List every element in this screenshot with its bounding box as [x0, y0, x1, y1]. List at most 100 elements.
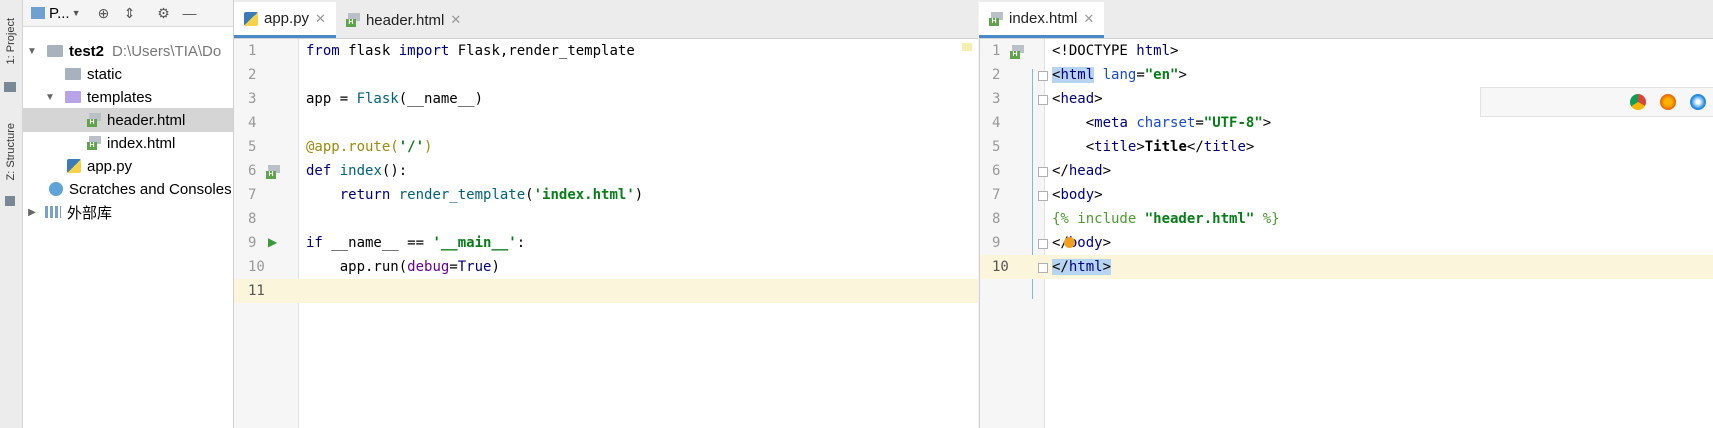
code-line: </head>	[1052, 163, 1112, 179]
line-number: 5	[248, 139, 257, 155]
code-line: <!DOCTYPE html>	[1052, 43, 1179, 59]
expand-arrow-icon[interactable]: ▼	[43, 92, 57, 103]
code-line: def index():	[306, 163, 408, 179]
locate-icon[interactable]: ⊕	[91, 0, 117, 26]
project-tool-icon	[4, 82, 16, 92]
project-name: test2	[69, 42, 105, 60]
html-file-icon	[989, 11, 1003, 26]
tab-label: app.py	[264, 10, 310, 27]
collapse-all-icon[interactable]: ⇕	[117, 0, 143, 26]
line-number: 11	[248, 283, 265, 299]
line-number: 7	[992, 187, 1001, 203]
tab-header-html[interactable]: header.html ✕	[336, 2, 471, 38]
line-number: 5	[992, 139, 1001, 155]
tree-item-templates[interactable]: ▼ templates	[23, 85, 233, 109]
line-number: 9	[992, 235, 1001, 251]
code-line: <title>Title</title>	[1052, 139, 1255, 155]
run-icon[interactable]: ▶	[268, 235, 277, 249]
code-line: app = Flask(__name__)	[306, 91, 484, 107]
project-view-dropdown[interactable]: P...	[49, 5, 70, 22]
project-tool-tab[interactable]: 1: Project	[0, 6, 22, 76]
right-editor-tabbar: index.html ✕	[979, 0, 1713, 39]
gear-icon[interactable]: ⚙	[151, 0, 177, 26]
code-line: </html>	[1052, 259, 1112, 275]
code-line: <html lang="en">	[1052, 67, 1187, 83]
structure-tool-tab[interactable]: Z: Structure	[0, 112, 22, 192]
expand-arrow-icon[interactable]: ▼	[25, 46, 39, 57]
code-line: return render_template('index.html')	[339, 187, 644, 203]
tree-item-header-html[interactable]: header.html	[23, 108, 233, 132]
browser-preview-bar	[1480, 87, 1713, 117]
html-file-icon	[87, 113, 101, 127]
tree-item-label: Scratches and Consoles	[69, 180, 232, 198]
code-line: <body>	[1052, 187, 1103, 203]
close-icon[interactable]: ✕	[1083, 11, 1094, 27]
firefox-icon[interactable]	[1660, 94, 1676, 110]
project-panel: P... ▼ ⊕ ⇕ ⚙ — ▼ test2 D:\Users\TIA\Do s…	[23, 0, 234, 428]
html-file-icon	[345, 13, 360, 27]
tree-item-index-html[interactable]: index.html	[23, 131, 233, 155]
right-code-editor[interactable]: 1 <!DOCTYPE html> 2 <html lang="en"> 3 <…	[979, 39, 1713, 428]
tree-item-scratches[interactable]: Scratches and Consoles	[23, 177, 233, 201]
html-file-gutter-icon	[1010, 45, 1024, 59]
templates-folder-icon	[65, 91, 81, 103]
tree-item-static[interactable]: static	[23, 62, 233, 86]
fold-icon[interactable]	[1038, 239, 1048, 249]
library-icon	[45, 206, 61, 218]
line-number: 10	[248, 259, 265, 275]
tree-item-label: 外部库	[67, 204, 113, 222]
scratches-icon	[49, 182, 63, 196]
project-path: D:\Users\TIA\Do	[112, 42, 222, 60]
warning-marker[interactable]	[962, 43, 972, 51]
close-icon[interactable]: ✕	[315, 11, 326, 27]
project-tool-tab-label: 1: Project	[5, 17, 17, 65]
intention-bulb-icon[interactable]	[1064, 237, 1075, 248]
line-number: 10	[992, 259, 1009, 275]
folder-icon	[47, 45, 63, 57]
line-number: 6	[992, 163, 1001, 179]
fold-icon[interactable]	[1038, 191, 1048, 201]
dropdown-arrow-icon[interactable]: ▼	[72, 8, 81, 18]
fold-icon[interactable]	[1038, 167, 1048, 177]
tool-window-strip: 1: Project Z: Structure	[0, 0, 23, 428]
close-icon[interactable]: ✕	[450, 12, 461, 28]
line-number: 4	[992, 115, 1001, 131]
tree-item-project-root[interactable]: ▼ test2 D:\Users\TIA\Do	[23, 39, 233, 63]
code-line: {% include "header.html" %}	[1052, 211, 1280, 227]
tree-item-app-py[interactable]: app.py	[23, 154, 233, 178]
tab-index-html[interactable]: index.html ✕	[979, 2, 1105, 38]
code-line: <head>	[1052, 91, 1103, 107]
tree-item-label: header.html	[107, 111, 186, 129]
folder-icon	[65, 68, 81, 80]
html-template-gutter-icon[interactable]	[266, 165, 280, 179]
line-number: 3	[992, 91, 1001, 107]
code-line: app.run(debug=True)	[306, 259, 500, 275]
structure-tool-icon	[5, 196, 15, 206]
project-toolbar: P... ▼ ⊕ ⇕ ⚙ —	[23, 0, 233, 27]
project-view-icon	[31, 7, 45, 19]
line-number: 8	[992, 211, 1001, 227]
tree-item-external-libraries[interactable]: ▶ 外部库	[23, 200, 233, 224]
hide-icon[interactable]: —	[177, 0, 203, 26]
line-number: 7	[248, 187, 257, 203]
fold-icon[interactable]	[1038, 263, 1048, 273]
tab-label: header.html	[365, 11, 445, 29]
line-number: 3	[248, 91, 257, 107]
fold-icon[interactable]	[1038, 71, 1048, 81]
tree-item-label: index.html	[107, 134, 176, 152]
tab-label: index.html	[1009, 10, 1078, 27]
left-editor-tabbar: app.py ✕ header.html ✕	[234, 0, 978, 39]
code-line: from flask import Flask,render_template	[306, 43, 635, 59]
expand-arrow-icon[interactable]: ▶	[25, 207, 39, 218]
tree-item-label: templates	[87, 88, 153, 106]
safari-icon[interactable]	[1690, 94, 1706, 110]
html-file-icon	[87, 136, 101, 150]
chrome-icon[interactable]	[1630, 94, 1646, 110]
tab-app-py[interactable]: app.py ✕	[234, 2, 336, 38]
left-code-editor[interactable]: 1 from flask import Flask,render_templat…	[234, 39, 978, 428]
line-number: 1	[248, 43, 257, 59]
tree-item-label: app.py	[87, 157, 133, 175]
code-line: if __name__ == '__main__':	[306, 235, 526, 251]
line-number: 4	[248, 115, 257, 131]
fold-icon[interactable]	[1038, 95, 1048, 105]
